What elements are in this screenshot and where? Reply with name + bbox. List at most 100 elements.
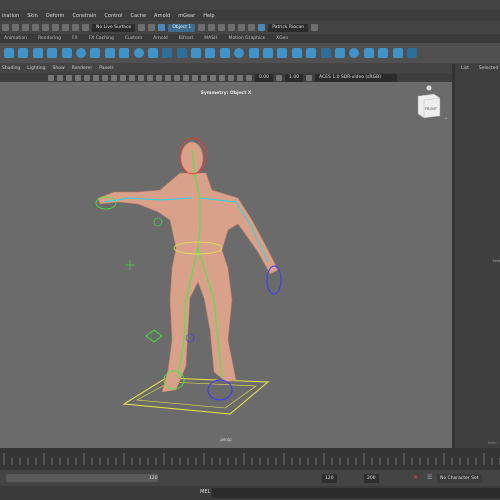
sculpt-icon[interactable]	[363, 48, 374, 58]
select-component-icon[interactable]	[22, 24, 29, 31]
snap-view-icon[interactable]	[62, 24, 69, 31]
live-surface-icon[interactable]	[82, 24, 89, 31]
exposure-icon[interactable]	[246, 74, 252, 81]
render-icon[interactable]	[198, 24, 206, 31]
retopo-icon[interactable]	[392, 48, 403, 58]
quad-draw-icon[interactable]	[378, 48, 389, 58]
film-gate-icon[interactable]	[93, 74, 99, 81]
menu-item-animation[interactable]: ination	[2, 13, 19, 19]
root-control-inner[interactable]	[135, 381, 257, 409]
panel-menu-shading[interactable]: Shading	[2, 66, 20, 71]
shelf-tab-xgen[interactable]: XGen	[276, 36, 288, 41]
sphere-icon[interactable]	[75, 48, 86, 58]
range-slider[interactable]	[6, 474, 158, 482]
shelf-tab-animation[interactable]: Animation	[4, 36, 27, 41]
knee-pole-control[interactable]	[145, 329, 163, 343]
command-input[interactable]	[212, 488, 500, 498]
grid-icon[interactable]	[84, 74, 90, 81]
target-weld-icon[interactable]	[263, 48, 274, 58]
shelf-tab-bifrost[interactable]: Bifrost	[179, 36, 194, 41]
image-plane-icon[interactable]	[75, 74, 81, 81]
magnet-icon[interactable]	[72, 24, 79, 31]
render-view-icon[interactable]	[238, 24, 246, 31]
shadows-icon[interactable]	[183, 74, 189, 81]
gamma-icon[interactable]	[276, 74, 283, 81]
command-language-label[interactable]: MEL	[200, 489, 210, 495]
shelf-tab-fx-caching[interactable]: FX Caching	[89, 36, 114, 41]
auto-map-icon[interactable]	[334, 48, 345, 58]
input-mode-icon[interactable]	[158, 24, 166, 31]
range-current-field[interactable]: 120	[146, 474, 161, 483]
menu-item-deform[interactable]: Deform	[46, 13, 65, 19]
character-set-field[interactable]: No Character Set	[437, 474, 482, 483]
outliner-tab-selected[interactable]: Selected	[479, 66, 499, 71]
shelf-tab-arnold[interactable]: Arnold	[153, 36, 168, 41]
extrude-icon[interactable]	[191, 48, 202, 58]
color-space-dropdown[interactable]: ACES 1.0 SDR-video (sRGB)	[315, 73, 398, 82]
panel-menu-lighting[interactable]: Lighting	[27, 66, 45, 71]
snapshot-icon[interactable]	[349, 48, 360, 58]
safe-title-icon[interactable]	[138, 74, 144, 81]
bezier-curve-icon[interactable]	[32, 48, 43, 58]
plane-icon[interactable]	[147, 48, 158, 58]
camera-icon[interactable]	[48, 74, 54, 81]
multi-cut-icon[interactable]	[248, 48, 259, 58]
smooth-shade-icon[interactable]	[156, 74, 162, 81]
shelf-menu-icon[interactable]	[406, 48, 417, 58]
animation-end-field[interactable]: 200	[364, 474, 379, 483]
snap-point-icon[interactable]	[52, 24, 59, 31]
lights-icon[interactable]	[174, 74, 180, 81]
anti-alias-icon[interactable]	[210, 74, 216, 81]
snap-grid-icon[interactable]	[32, 24, 39, 31]
auto-key-icon[interactable]: ✕	[413, 474, 418, 481]
bridge-icon[interactable]	[205, 48, 216, 58]
menu-item-cache[interactable]: Cache	[130, 13, 146, 19]
elbow-control[interactable]	[153, 217, 163, 227]
exposure-field[interactable]: 0.00	[255, 73, 274, 82]
ambient-occlusion-icon[interactable]	[192, 74, 198, 81]
live-surface-field[interactable]: No Live Surface	[92, 23, 136, 32]
boolean-icon[interactable]	[291, 48, 302, 58]
history-off-icon[interactable]	[148, 24, 156, 31]
object-name-field[interactable]: Object 1	[168, 23, 196, 32]
menu-item-control[interactable]: Control	[104, 13, 122, 19]
ep-curve-icon[interactable]	[18, 48, 29, 58]
wireframe-icon[interactable]	[147, 74, 153, 81]
cylinder-icon[interactable]	[104, 48, 115, 58]
arc-tool-icon[interactable]	[61, 48, 72, 58]
panel-menu-show[interactable]: Show	[52, 66, 64, 71]
color-management-icon[interactable]	[306, 74, 313, 81]
hypershade-icon[interactable]	[228, 24, 236, 31]
range-end-field[interactable]: 120	[322, 474, 337, 483]
shelf-tab-fx[interactable]: FX	[72, 36, 78, 41]
curve-tool-icon[interactable]	[4, 48, 14, 58]
cube-icon[interactable]	[90, 48, 101, 58]
planar-map-icon[interactable]	[320, 48, 331, 58]
panel-menu-renderer[interactable]: Renderer	[72, 66, 93, 71]
perspective-viewport[interactable]: Symmetry: Object X FRONT ⌄ persp	[0, 82, 452, 448]
character-mesh[interactable]	[97, 141, 279, 393]
select-object-icon[interactable]	[12, 24, 19, 31]
workspace-dropdown[interactable]: Patrick Riocan	[268, 23, 309, 32]
shelf-tab-motion-graphics[interactable]: Motion Graphics	[228, 36, 265, 41]
panel-menu-panels[interactable]: Panels	[99, 66, 113, 71]
textured-icon[interactable]	[165, 74, 171, 81]
xray-icon[interactable]	[228, 74, 234, 81]
torus-icon[interactable]	[133, 48, 144, 58]
ipr-render-icon[interactable]	[208, 24, 216, 31]
gamma-field[interactable]: 1.00	[285, 73, 304, 82]
select-hierarchy-icon[interactable]	[2, 24, 9, 31]
separate-icon[interactable]	[176, 48, 187, 58]
gate-mask-icon[interactable]	[111, 74, 117, 81]
menu-item-skin[interactable]: Skin	[27, 13, 38, 19]
smooth-icon[interactable]	[234, 48, 245, 58]
field-chart-icon[interactable]	[120, 74, 126, 81]
outliner-tab-list[interactable]: List	[461, 66, 469, 71]
xray-joints-icon[interactable]	[237, 74, 243, 81]
shelf-tab-rendering[interactable]: Rendering	[38, 36, 61, 41]
uv-editor-icon[interactable]	[306, 48, 317, 58]
resolution-gate-icon[interactable]	[102, 74, 108, 81]
isolate-select-icon[interactable]	[219, 74, 225, 81]
menu-item-mgear[interactable]: mGear	[178, 13, 195, 19]
shelf-tab-mash[interactable]: MASH	[204, 36, 217, 41]
